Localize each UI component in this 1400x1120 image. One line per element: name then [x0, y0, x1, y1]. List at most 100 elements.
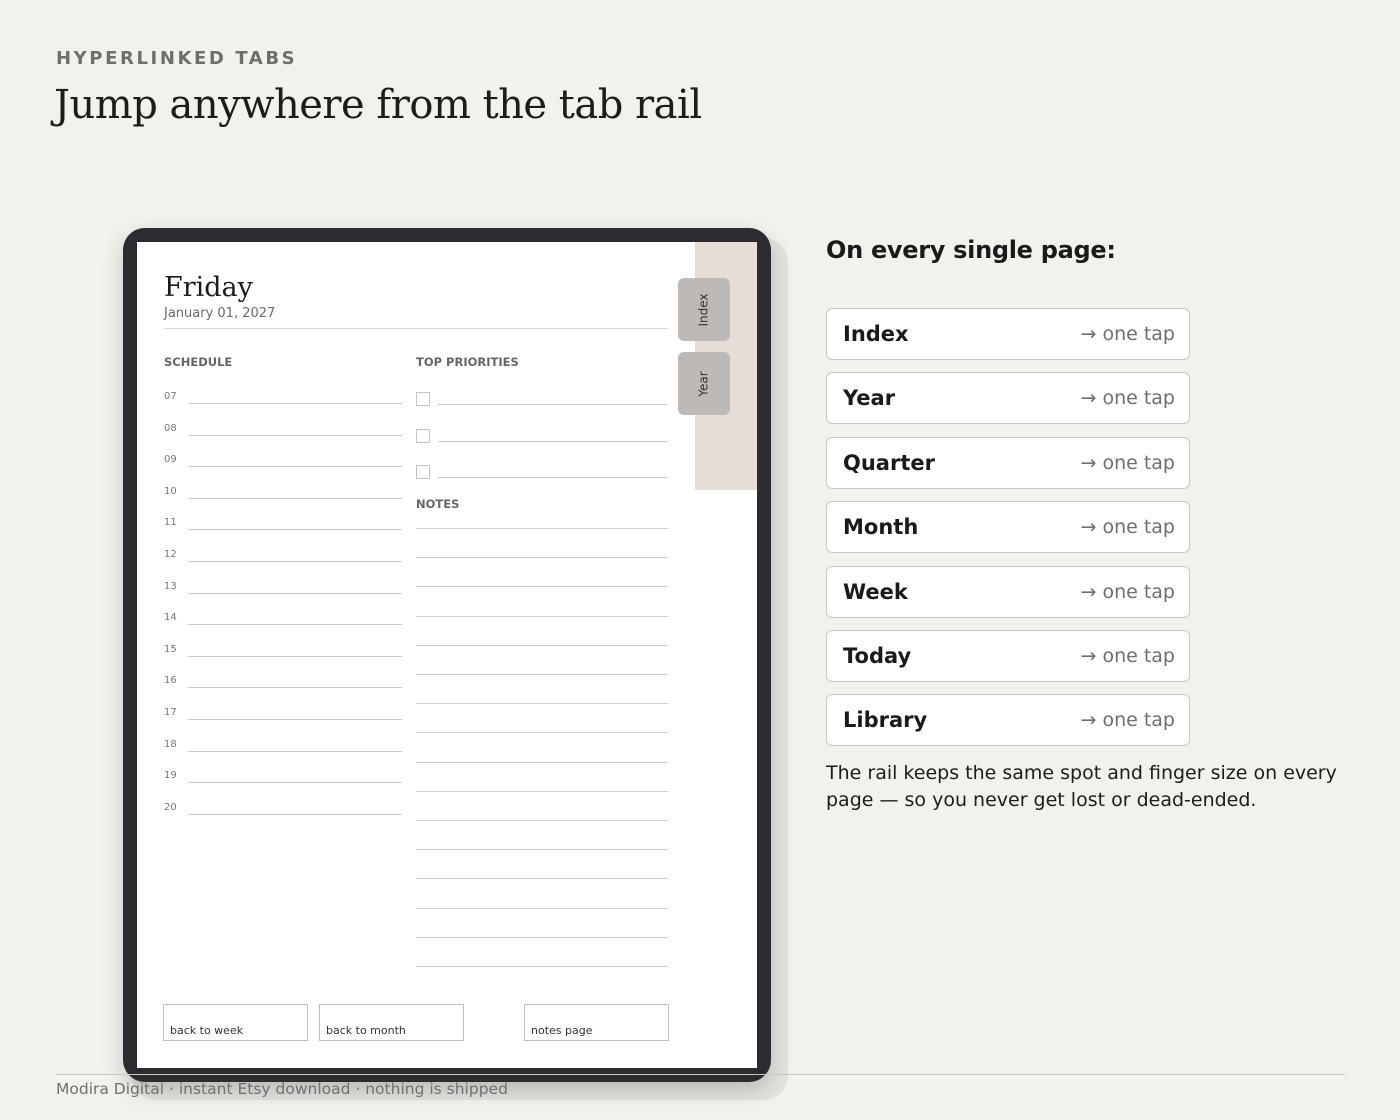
- notes-page-button[interactable]: notes page: [524, 1004, 669, 1041]
- schedule-slot[interactable]: 07: [164, 391, 402, 405]
- tab-target-library[interactable]: Library → one tap: [826, 694, 1190, 747]
- hour-label: 20: [164, 801, 177, 813]
- hour-label: 16: [164, 675, 177, 687]
- schedule-slot[interactable]: 08: [164, 423, 402, 437]
- nav-button-label: back to month: [326, 1024, 406, 1037]
- notes-line[interactable]: [416, 674, 668, 675]
- tab-target-label: Month: [843, 515, 919, 540]
- priorities-label: TOP PRIORITIES: [416, 355, 519, 369]
- schedule-slot[interactable]: 09: [164, 454, 402, 468]
- notes-line[interactable]: [416, 586, 668, 588]
- notes-line[interactable]: [416, 761, 668, 763]
- notes-line[interactable]: [416, 820, 668, 821]
- priority-checkbox[interactable]: [416, 428, 430, 443]
- hour-label: 09: [164, 454, 177, 466]
- priority-line[interactable]: [438, 404, 668, 405]
- nav-button-label: notes page: [531, 1024, 593, 1037]
- priority-line[interactable]: [438, 477, 668, 478]
- schedule-line: [188, 466, 402, 468]
- rail-tab-year[interactable]: Year: [678, 352, 730, 415]
- tab-target-index[interactable]: Index → one tap: [826, 308, 1190, 360]
- notes-line[interactable]: [416, 644, 668, 646]
- priority-checkbox[interactable]: [416, 465, 430, 479]
- notes-line[interactable]: [416, 528, 668, 529]
- one-tap-label: → one tap: [1080, 516, 1175, 539]
- hour-label: 12: [164, 549, 177, 560]
- schedule-slot[interactable]: 16: [164, 675, 402, 689]
- one-tap-label: → one tap: [1080, 451, 1175, 474]
- schedule-slot[interactable]: 11: [164, 517, 402, 531]
- tab-target-label: Year: [843, 386, 896, 411]
- panel-heading: On every single page:: [826, 236, 1116, 264]
- hour-label: 08: [164, 422, 177, 434]
- schedule-line: [188, 719, 402, 720]
- footer-text: Modira Digital · instant Etsy download ·…: [56, 1080, 508, 1098]
- tab-target-week[interactable]: Week → one tap: [826, 565, 1190, 618]
- tab-target-year[interactable]: Year → one tap: [826, 372, 1190, 425]
- priority-item: [416, 392, 668, 410]
- rail-tab-label: Index: [696, 292, 711, 327]
- notes-line[interactable]: [416, 703, 668, 705]
- hour-label: 07: [164, 391, 177, 402]
- priority-line[interactable]: [438, 440, 668, 442]
- rail-tab-label: Year: [697, 370, 711, 397]
- back-to-week-button[interactable]: back to week: [163, 1004, 308, 1041]
- tab-target-label: Library: [843, 708, 928, 733]
- tab-target-label: Index: [843, 322, 909, 346]
- notes-line[interactable]: [416, 966, 668, 967]
- schedule-slot[interactable]: 14: [164, 612, 402, 626]
- tab-target-month[interactable]: Month → one tap: [826, 501, 1190, 554]
- tab-target-today[interactable]: Today → one tap: [826, 630, 1190, 682]
- back-to-month-button[interactable]: back to month: [319, 1004, 464, 1041]
- schedule-label: SCHEDULE: [164, 355, 233, 369]
- nav-button-label: back to week: [170, 1024, 244, 1037]
- one-tap-label: → one tap: [1080, 645, 1175, 667]
- hour-label: 18: [164, 738, 177, 750]
- schedule-slot[interactable]: 20: [164, 802, 402, 816]
- hour-label: 15: [164, 643, 177, 655]
- hour-label: 19: [164, 770, 177, 782]
- date-label: January 01, 2027: [164, 306, 276, 321]
- hour-label: 11: [164, 517, 177, 529]
- notes-line[interactable]: [416, 878, 668, 880]
- notes-line[interactable]: [416, 732, 668, 734]
- footer-divider: [56, 1074, 1345, 1075]
- schedule-line: [188, 624, 402, 626]
- notes-line[interactable]: [416, 615, 668, 617]
- priority-item: [416, 465, 668, 483]
- tab-target-label: Today: [843, 644, 912, 668]
- priority-checkbox[interactable]: [416, 392, 430, 406]
- schedule-slot[interactable]: 18: [164, 739, 402, 753]
- schedule-slot[interactable]: 17: [164, 707, 402, 721]
- page-title: Jump anywhere from the tab rail: [54, 82, 702, 128]
- schedule-line: [188, 561, 402, 562]
- schedule-line: [188, 592, 402, 594]
- panel-description: The rail keeps the same spot and finger …: [826, 762, 1337, 811]
- notes-line[interactable]: [416, 936, 668, 938]
- hour-label: 14: [164, 612, 177, 624]
- schedule-line: [188, 750, 402, 752]
- hour-label: 17: [164, 707, 177, 718]
- schedule-slot[interactable]: 13: [164, 581, 402, 595]
- one-tap-label: → one tap: [1080, 709, 1175, 732]
- hour-label: 10: [164, 485, 177, 497]
- notes-line[interactable]: [416, 849, 668, 851]
- schedule-slot[interactable]: 19: [164, 770, 402, 784]
- schedule-line: [188, 403, 402, 404]
- one-tap-label: → one tap: [1080, 387, 1175, 410]
- tab-target-quarter[interactable]: Quarter → one tap: [826, 436, 1190, 489]
- rail-tab-index[interactable]: Index: [678, 278, 730, 341]
- notes-line[interactable]: [416, 907, 668, 909]
- schedule-line: [188, 655, 402, 657]
- schedule-line: [188, 687, 402, 689]
- notes-line[interactable]: [416, 557, 668, 559]
- schedule-slot[interactable]: 12: [164, 549, 402, 563]
- planner-screen: Index Year Friday January 01, 2027 SCHED…: [137, 242, 757, 1068]
- tab-target-label: Week: [843, 579, 908, 604]
- notes-line[interactable]: [416, 790, 668, 792]
- schedule-line: [188, 529, 402, 531]
- schedule-line: [188, 434, 402, 436]
- schedule-slot[interactable]: 10: [164, 486, 402, 500]
- notes-label: NOTES: [416, 497, 460, 511]
- schedule-slot[interactable]: 15: [164, 644, 402, 658]
